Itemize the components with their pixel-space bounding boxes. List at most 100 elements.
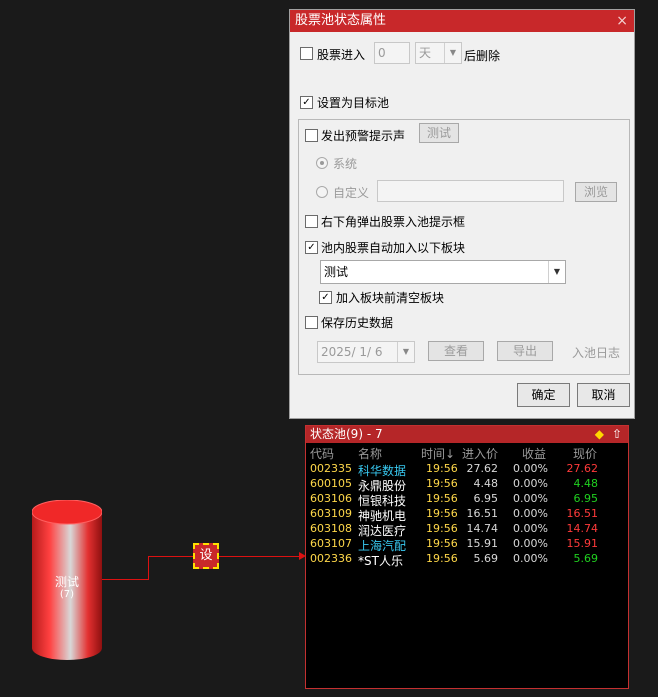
stock-enter-checkbox[interactable] [300, 47, 313, 60]
cancel-button[interactable]: 取消 [577, 383, 630, 407]
table-row[interactable]: 603106 恒银科技 19:56 6.95 0.00% 6.95 [306, 492, 628, 508]
stock-code: 002336 [310, 552, 352, 565]
current-price: 6.95 [573, 492, 599, 505]
entry-price: 5.69 [473, 552, 499, 565]
close-icon[interactable]: × [616, 10, 628, 32]
entry-time: 19:56 [426, 462, 458, 475]
connector-line [148, 556, 194, 557]
clear-before-checkbox[interactable]: ✓ [319, 291, 332, 304]
entry-price: 14.74 [466, 522, 499, 535]
ok-button[interactable]: 确定 [517, 383, 570, 407]
stock-code: 603106 [310, 492, 352, 505]
block-select-value: 测试 [324, 265, 349, 279]
connector-line [219, 556, 301, 557]
set-target-label: 设置为目标池 [317, 96, 390, 110]
gain-percent: 0.00% [513, 507, 548, 520]
table-row[interactable]: 002336 *ST人乐 19:56 5.69 0.00% 5.69 [306, 552, 628, 568]
browse-button[interactable]: 浏览 [575, 182, 617, 202]
alert-sound-checkbox[interactable] [305, 129, 318, 142]
dialog-title: 股票池状态属性 [295, 13, 387, 28]
entry-time: 19:56 [426, 492, 458, 505]
save-history-checkbox[interactable] [305, 316, 318, 329]
entry-price: 15.91 [466, 537, 499, 550]
stock-code: 603107 [310, 537, 352, 550]
table-row[interactable]: 002335 科华数据 19:56 27.62 0.00% 27.62 [306, 462, 628, 478]
column-header[interactable]: 进入价 [462, 445, 498, 462]
entry-price: 6.95 [473, 492, 499, 505]
unit-dropdown[interactable]: 天 ▼ [415, 42, 462, 64]
diamond-icon[interactable]: ◆ [595, 426, 604, 443]
cylinder-count: (7) [59, 589, 75, 600]
view-button[interactable]: 查看 [428, 341, 484, 361]
gain-percent: 0.00% [513, 462, 548, 475]
stock-code: 600105 [310, 477, 352, 490]
column-header[interactable]: 收益 [522, 445, 546, 462]
pool-log-label: 入池日志 [572, 346, 621, 360]
column-header[interactable]: 名称 [358, 445, 382, 462]
delete-after-label: 后删除 [464, 49, 501, 63]
sound-custom-label: 自定义 [333, 186, 370, 200]
gain-percent: 0.00% [513, 522, 548, 535]
clear-before-label: 加入板块前清空板块 [336, 291, 445, 305]
table-row[interactable]: 600105 永鼎股份 19:56 4.48 0.00% 4.48 [306, 477, 628, 493]
test-sound-button[interactable]: 测试 [419, 123, 459, 143]
current-price: 27.62 [566, 462, 599, 475]
save-history-label: 保存历史数据 [321, 316, 394, 330]
entry-time: 19:56 [426, 522, 458, 535]
connector-line [102, 579, 149, 580]
entry-time: 19:56 [426, 537, 458, 550]
history-date-picker[interactable]: 2025/ 1/ 6 ▼ [317, 341, 415, 363]
pool-header: 状态池(9) - 7 ◆ ⇧ [306, 426, 628, 443]
sound-custom-radio[interactable] [316, 186, 328, 198]
up-arrow-icon[interactable]: ⇧ [612, 426, 622, 443]
days-input[interactable]: 0 [374, 42, 410, 64]
table-row[interactable]: 603107 上海汽配 19:56 15.91 0.00% 15.91 [306, 537, 628, 553]
popup-checkbox[interactable] [305, 215, 318, 228]
gain-percent: 0.00% [513, 477, 548, 490]
block-select[interactable]: 测试 ▼ [320, 260, 566, 284]
chevron-down-icon: ▼ [444, 43, 461, 63]
history-date-value: 2025/ 1/ 6 [321, 345, 383, 359]
unit-value: 天 [419, 46, 432, 60]
stock-code: 002335 [310, 462, 352, 475]
alert-sound-label: 发出预警提示声 [321, 129, 406, 143]
current-price: 15.91 [566, 537, 599, 550]
set-target-checkbox[interactable]: ✓ [300, 96, 313, 109]
current-price: 4.48 [573, 477, 599, 490]
stock-code: 603108 [310, 522, 352, 535]
sound-system-label: 系统 [333, 157, 358, 171]
column-header[interactable]: 时间↓ [421, 445, 455, 462]
current-price: 14.74 [566, 522, 599, 535]
table-row[interactable]: 603109 神驰机电 19:56 16.51 0.00% 16.51 [306, 507, 628, 523]
sound-system-radio[interactable] [316, 157, 328, 169]
cylinder-label: 测试 [54, 575, 79, 589]
export-button[interactable]: 导出 [497, 341, 553, 361]
connector-line [148, 556, 149, 580]
custom-sound-path-input[interactable] [377, 180, 564, 202]
column-header[interactable]: 代码 [310, 445, 334, 462]
table-row[interactable]: 603108 润达医疗 19:56 14.74 0.00% 14.74 [306, 522, 628, 538]
pool-title: 状态池(9) - 7 [310, 427, 383, 441]
chevron-down-icon: ▼ [397, 342, 414, 362]
entry-price: 16.51 [466, 507, 499, 520]
pool-column-headers: 代码 名称 时间↓ 进入价 收益 现价 [306, 445, 628, 461]
entry-time: 19:56 [426, 477, 458, 490]
gain-percent: 0.00% [513, 552, 548, 565]
condition-node[interactable]: 设 [193, 543, 219, 569]
status-pool-panel: 状态池(9) - 7 ◆ ⇧ 代码 名称 时间↓ 进入价 收益 现价 00233… [305, 425, 629, 689]
popup-label: 右下角弹出股票入池提示框 [321, 215, 466, 229]
gain-percent: 0.00% [513, 492, 548, 505]
dialog-titlebar[interactable]: 股票池状态属性 × [290, 10, 634, 32]
current-price: 5.69 [573, 552, 599, 565]
auto-add-checkbox[interactable]: ✓ [305, 241, 318, 254]
gain-percent: 0.00% [513, 537, 548, 550]
entry-time: 19:56 [426, 552, 458, 565]
properties-dialog: 股票池状态属性 × 股票进入 0 天 ▼ 后删除 ✓ 设置为目标池 发出预警提示… [289, 9, 635, 419]
stock-name: *ST人乐 [358, 554, 403, 568]
column-header[interactable]: 现价 [573, 445, 597, 462]
stock-enter-label: 股票进入 [317, 48, 366, 62]
chevron-down-icon: ▼ [548, 261, 565, 283]
entry-time: 19:56 [426, 507, 458, 520]
entry-price: 27.62 [466, 462, 499, 475]
entry-price: 4.48 [473, 477, 499, 490]
